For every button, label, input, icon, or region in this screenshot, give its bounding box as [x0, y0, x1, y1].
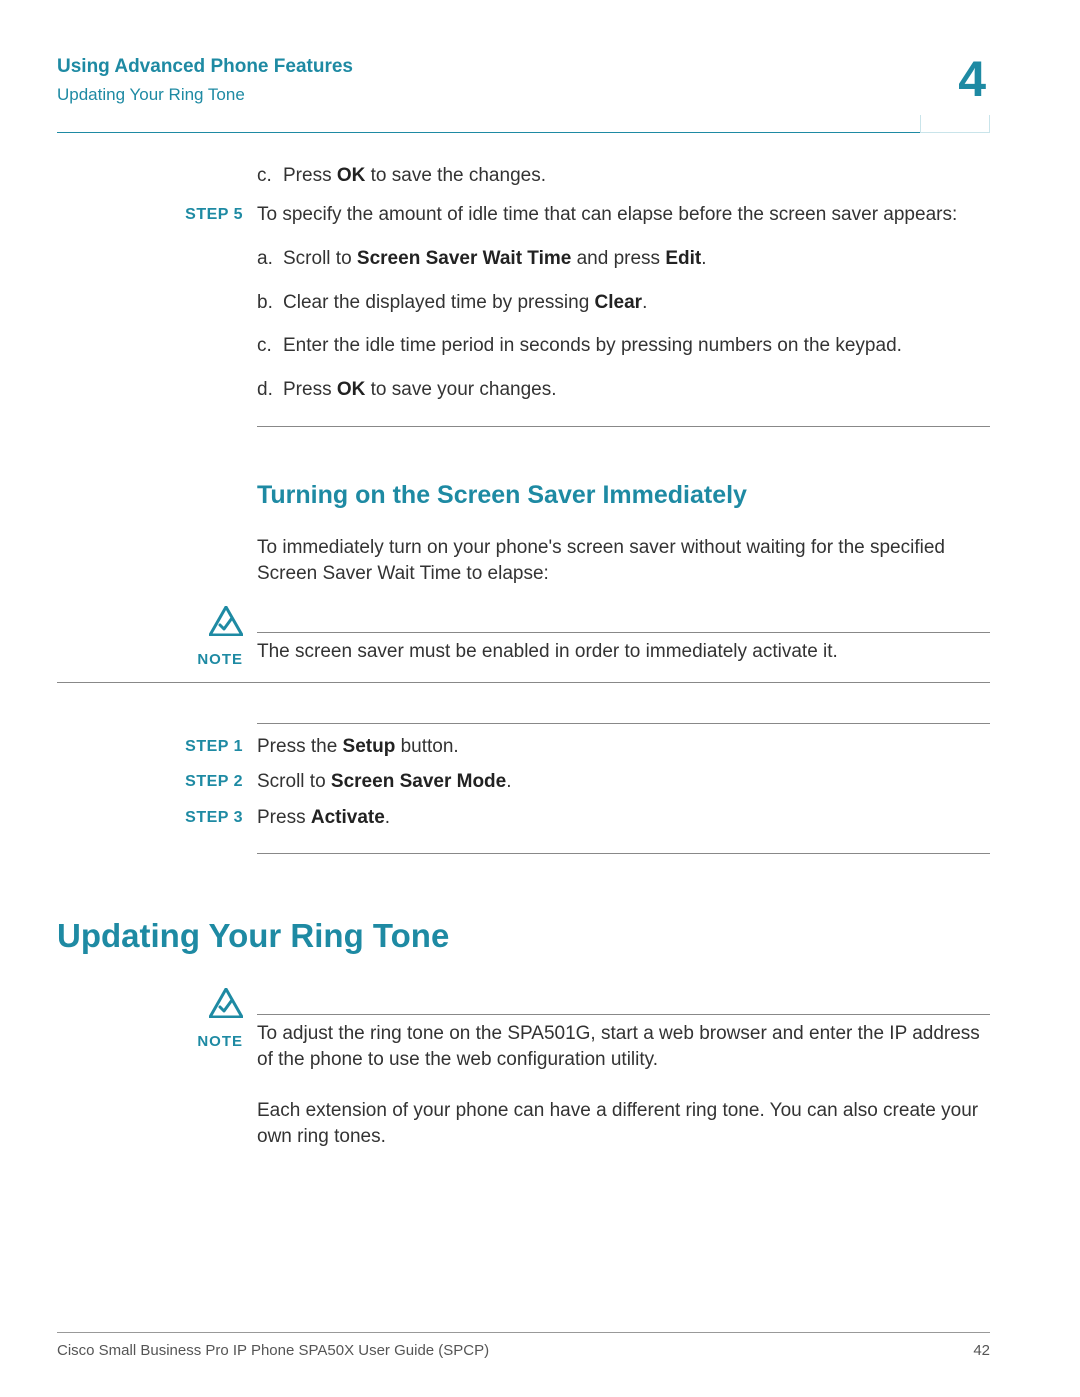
substep-marker: c.	[257, 163, 283, 189]
note-text: The screen saver must be enabled in orde…	[257, 639, 990, 665]
step-label: STEP 1	[57, 734, 257, 760]
step-label: STEP 3	[57, 805, 257, 831]
section-rule	[257, 853, 990, 854]
substep-text: Press OK to save the changes.	[283, 163, 990, 189]
substep-row: a. Scroll to Screen Saver Wait Time and …	[257, 246, 990, 272]
note-left: NOTE	[57, 606, 257, 671]
substep-row: b. Clear the displayed time by pressing …	[257, 290, 990, 316]
note-block: NOTE The screen saver must be enabled in…	[57, 606, 990, 671]
step-text: Press Activate.	[257, 805, 990, 831]
substep-row: c. Enter the idle time period in seconds…	[257, 333, 990, 359]
step-5: STEP 5 To specify the amount of idle tim…	[57, 202, 990, 402]
paragraph: Each extension of your phone can have a …	[257, 1098, 990, 1149]
note-left: NOTE	[57, 988, 257, 1072]
note-label: NOTE	[197, 651, 243, 668]
note-check-icon	[209, 988, 243, 1026]
note-rule	[257, 632, 990, 633]
note-body: To adjust the ring tone on the SPA501G, …	[257, 988, 990, 1072]
page-content: c. Press OK to save the changes. STEP 5 …	[57, 163, 990, 1150]
note-check-icon	[209, 606, 243, 644]
note-text: To adjust the ring tone on the SPA501G, …	[257, 1021, 990, 1072]
substep-row: d. Press OK to save your changes.	[257, 377, 990, 403]
step-3: STEP 3 Press Activate.	[57, 805, 990, 831]
heading-2: Turning on the Screen Saver Immediately	[257, 479, 990, 513]
substep-marker: d.	[257, 377, 283, 403]
step-intro: To specify the amount of idle time that …	[257, 202, 990, 228]
footer-page-number: 42	[973, 1341, 990, 1361]
subsection-title: Updating Your Ring Tone	[57, 84, 353, 107]
step-label: STEP 2	[57, 769, 257, 795]
substep-text: Scroll to Screen Saver Wait Time and pre…	[283, 246, 990, 272]
chapter-box-decoration	[920, 115, 990, 133]
note-rule	[257, 1014, 990, 1015]
substep-marker: c.	[257, 333, 283, 359]
substep-text: Press OK to save your changes.	[283, 377, 990, 403]
substep-row: c. Press OK to save the changes.	[257, 163, 990, 189]
page-header: Using Advanced Phone Features Updating Y…	[57, 54, 990, 107]
step-text: Scroll to Screen Saver Mode.	[257, 769, 990, 795]
step-1: STEP 1 Press the Setup button.	[57, 734, 990, 760]
step-label: STEP 5	[57, 202, 257, 402]
chapter-number: 4	[958, 54, 990, 104]
section-rule	[257, 723, 990, 724]
heading-1: Updating Your Ring Tone	[57, 914, 990, 959]
footer-doc-title: Cisco Small Business Pro IP Phone SPA50X…	[57, 1341, 489, 1361]
step-2: STEP 2 Scroll to Screen Saver Mode.	[57, 769, 990, 795]
note-body: The screen saver must be enabled in orde…	[257, 606, 990, 671]
page-footer: Cisco Small Business Pro IP Phone SPA50X…	[57, 1332, 990, 1361]
note-label: NOTE	[197, 1033, 243, 1050]
substep-text: Clear the displayed time by pressing Cle…	[283, 290, 990, 316]
paragraph: To immediately turn on your phone's scre…	[257, 535, 990, 586]
substep-c-prior: c. Press OK to save the changes.	[57, 163, 990, 189]
full-rule	[57, 682, 990, 683]
substep-text: Enter the idle time period in seconds by…	[283, 333, 990, 359]
section-title: Using Advanced Phone Features	[57, 54, 353, 80]
step-text: Press the Setup button.	[257, 734, 990, 760]
substep-marker: a.	[257, 246, 283, 272]
header-rule	[57, 132, 990, 133]
header-left: Using Advanced Phone Features Updating Y…	[57, 54, 353, 107]
substep-marker: b.	[257, 290, 283, 316]
section-rule	[257, 426, 990, 427]
note-block: NOTE To adjust the ring tone on the SPA5…	[57, 988, 990, 1072]
